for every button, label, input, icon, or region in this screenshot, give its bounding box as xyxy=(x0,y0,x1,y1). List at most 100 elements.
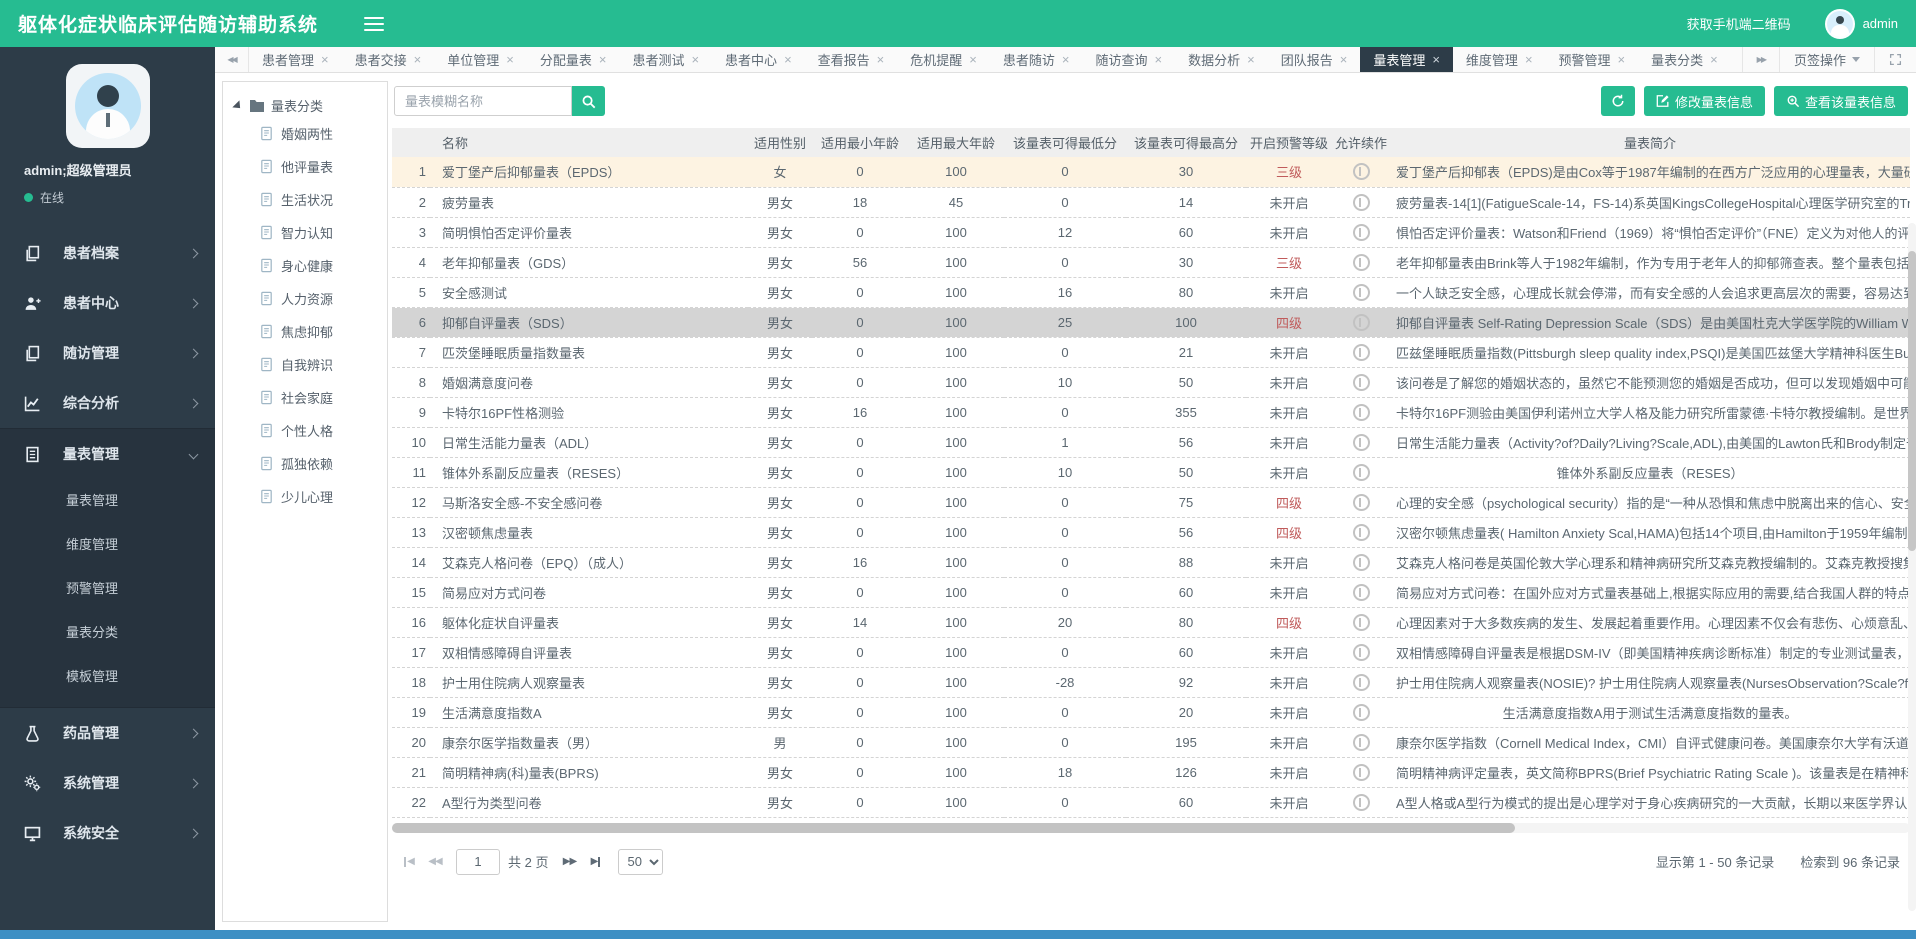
table-row[interactable]: 7匹茨堡睡眠质量指数量表男女0100021未开启匹兹堡睡眠质量指数(Pittsb… xyxy=(392,337,1910,367)
tab-close-icon[interactable]: × xyxy=(784,53,792,66)
tab[interactable]: 量表分类× xyxy=(1638,47,1731,72)
toggle-off-icon[interactable] xyxy=(1353,404,1370,421)
tab[interactable]: 数据分析× xyxy=(1175,47,1268,72)
sidebar-item[interactable]: 量表管理 xyxy=(0,429,215,479)
tab-close-icon[interactable]: × xyxy=(321,53,329,66)
table-row[interactable]: 18护士用住院病人观察量表男女0100-2892未开启护士用住院病人观察量表(N… xyxy=(392,667,1910,697)
table-row[interactable]: 11锥体外系副反应量表（RESES）男女01001050未开启锥体外系副反应量表… xyxy=(392,457,1910,487)
tab[interactable]: 患者管理× xyxy=(249,47,342,72)
sidebar-item[interactable]: 药品管理 xyxy=(0,708,215,758)
table-row[interactable]: 6抑郁自评量表（SDS）男女010025100四级抑郁自评量表 Self-Rat… xyxy=(392,307,1910,337)
toggle-off-icon[interactable] xyxy=(1353,434,1370,451)
first-page-button[interactable]: ◀ xyxy=(396,849,422,875)
tab-close-icon[interactable]: × xyxy=(691,53,699,66)
last-page-button[interactable]: ▶ xyxy=(582,849,608,875)
page-size-select[interactable]: 50 xyxy=(618,849,663,875)
horizontal-scrollbar-thumb[interactable] xyxy=(392,823,1515,833)
table-row[interactable]: 20康奈尔医学指数量表（男）男01000195未开启康奈尔医学指数（Cornel… xyxy=(392,727,1910,757)
tab-close-icon[interactable]: × xyxy=(1062,53,1070,66)
search-input[interactable] xyxy=(394,86,572,116)
tab-close-icon[interactable]: × xyxy=(1618,53,1626,66)
table-row[interactable]: 5安全感测试男女01001680未开启一个人缺乏安全感，心理成长就会停滞，而有安… xyxy=(392,277,1910,307)
toggle-off-icon[interactable] xyxy=(1353,584,1370,601)
page-number-input[interactable] xyxy=(456,849,500,875)
tab[interactable]: 模板管理× xyxy=(1731,47,1742,72)
tree-item[interactable]: 孤独依赖 xyxy=(233,447,387,480)
toggle-off-icon[interactable] xyxy=(1353,794,1370,811)
tab[interactable]: 随访查询× xyxy=(1082,47,1175,72)
sidebar-subitem[interactable]: 量表分类 xyxy=(0,611,215,655)
sidebar-item[interactable]: 系统安全 xyxy=(0,808,215,858)
toggle-off-icon[interactable] xyxy=(1353,284,1370,301)
toggle-off-icon[interactable] xyxy=(1353,254,1370,271)
profile-avatar[interactable] xyxy=(66,64,150,148)
tab-close-icon[interactable]: × xyxy=(1247,53,1255,66)
refresh-button[interactable] xyxy=(1601,86,1635,116)
tree-item[interactable]: 智力认知 xyxy=(233,216,387,249)
view-scale-button[interactable]: 查看该量表信息 xyxy=(1774,86,1908,116)
sidebar-item[interactable]: 患者中心 xyxy=(0,278,215,328)
tree-item[interactable]: 个性人格 xyxy=(233,414,387,447)
toggle-off-icon[interactable] xyxy=(1353,194,1370,211)
toggle-off-icon[interactable] xyxy=(1353,374,1370,391)
toggle-off-icon[interactable] xyxy=(1353,674,1370,691)
tab[interactable]: 维度管理× xyxy=(1453,47,1546,72)
toggle-off-icon[interactable] xyxy=(1353,494,1370,511)
tab[interactable]: 查看报告× xyxy=(805,47,898,72)
sidebar-item[interactable]: 随访管理 xyxy=(0,328,215,378)
tree-item[interactable]: 生活状况 xyxy=(233,183,387,216)
toggle-off-icon[interactable] xyxy=(1353,314,1370,331)
toggle-off-icon[interactable] xyxy=(1353,764,1370,781)
tab-operations-dropdown[interactable]: 页签操作 xyxy=(1779,47,1874,72)
next-page-button[interactable]: ▶▶ xyxy=(556,849,582,875)
sidebar-subitem[interactable]: 预警管理 xyxy=(0,567,215,611)
table-row[interactable]: 4老年抑郁量表（GDS）男女56100030三级老年抑郁量表由Brink等人于1… xyxy=(392,247,1910,277)
table-row[interactable]: 12马斯洛安全感-不安全感问卷男女0100075四级心理的安全感（psychol… xyxy=(392,487,1910,517)
sidebar-subitem[interactable]: 模板管理 xyxy=(0,655,215,699)
tree-item[interactable]: 人力资源 xyxy=(233,282,387,315)
table-row[interactable]: 10日常生活能力量表（ADL）男女0100156未开启日常生活能力量表（Acti… xyxy=(392,427,1910,457)
tab-close-icon[interactable]: × xyxy=(414,53,422,66)
table-row[interactable]: 14艾森克人格问卷（EPQ）（成人）男女16100088未开启艾森克人格问卷是英… xyxy=(392,547,1910,577)
toggle-off-icon[interactable] xyxy=(1353,704,1370,721)
sidebar-subitem[interactable]: 维度管理 xyxy=(0,523,215,567)
toggle-off-icon[interactable] xyxy=(1353,644,1370,661)
table-row[interactable]: 9卡特尔16PF性格测验男女161000355未开启卡特尔16PF测验由美国伊利… xyxy=(392,397,1910,427)
toggle-off-icon[interactable] xyxy=(1353,464,1370,481)
tab[interactable]: 危机提醒× xyxy=(897,47,990,72)
tree-item[interactable]: 社会家庭 xyxy=(233,381,387,414)
prev-page-button[interactable]: ◀◀ xyxy=(422,849,448,875)
tab-close-icon[interactable]: × xyxy=(1340,53,1348,66)
vertical-scrollbar[interactable] xyxy=(1908,223,1916,911)
user-avatar[interactable] xyxy=(1825,9,1855,39)
vertical-scrollbar-thumb[interactable] xyxy=(1908,251,1916,551)
tab[interactable]: 预警管理× xyxy=(1546,47,1639,72)
sidebar-item[interactable]: 患者档案 xyxy=(0,228,215,278)
toggle-off-icon[interactable] xyxy=(1353,734,1370,751)
sidebar-item[interactable]: 综合分析 xyxy=(0,378,215,428)
table-row[interactable]: 17双相情感障碍自评量表男女0100060未开启双相情感障碍自评量表是根据DSM… xyxy=(392,637,1910,667)
tab-close-icon[interactable]: × xyxy=(506,53,514,66)
tree-root-node[interactable]: 量表分类 xyxy=(233,96,387,115)
tree-item[interactable]: 自我辨识 xyxy=(233,348,387,381)
toggle-off-icon[interactable] xyxy=(1353,554,1370,571)
tab[interactable]: 分配量表× xyxy=(527,47,620,72)
tree-item[interactable]: 婚姻两性 xyxy=(233,117,387,150)
tree-item[interactable]: 少儿心理 xyxy=(233,480,387,513)
search-button[interactable] xyxy=(572,86,605,116)
tree-item[interactable]: 身心健康 xyxy=(233,249,387,282)
toggle-off-icon[interactable] xyxy=(1353,524,1370,541)
edit-scale-button[interactable]: 修改量表信息 xyxy=(1644,86,1765,116)
table-row[interactable]: 16躯体化症状自评量表男女141002080四级心理因素对于大多数疾病的发生、发… xyxy=(392,607,1910,637)
tree-item[interactable]: 焦虑抑郁 xyxy=(233,315,387,348)
table-row[interactable]: 2疲劳量表男女1845014未开启疲劳量表-14[1](FatigueScale… xyxy=(392,187,1910,217)
tab[interactable]: 患者测试× xyxy=(619,47,712,72)
tab[interactable]: 患者随访× xyxy=(990,47,1083,72)
username[interactable]: admin xyxy=(1863,16,1898,31)
tab[interactable]: 单位管理× xyxy=(434,47,527,72)
table-row[interactable]: 3简明惧怕否定评价量表男女01001260未开启惧怕否定评价量表：Watson和… xyxy=(392,217,1910,247)
tab-close-icon[interactable]: × xyxy=(1710,53,1718,66)
tab[interactable]: 团队报告× xyxy=(1268,47,1361,72)
tree-expander-icon[interactable] xyxy=(232,100,243,111)
tree-item[interactable]: 他评量表 xyxy=(233,150,387,183)
